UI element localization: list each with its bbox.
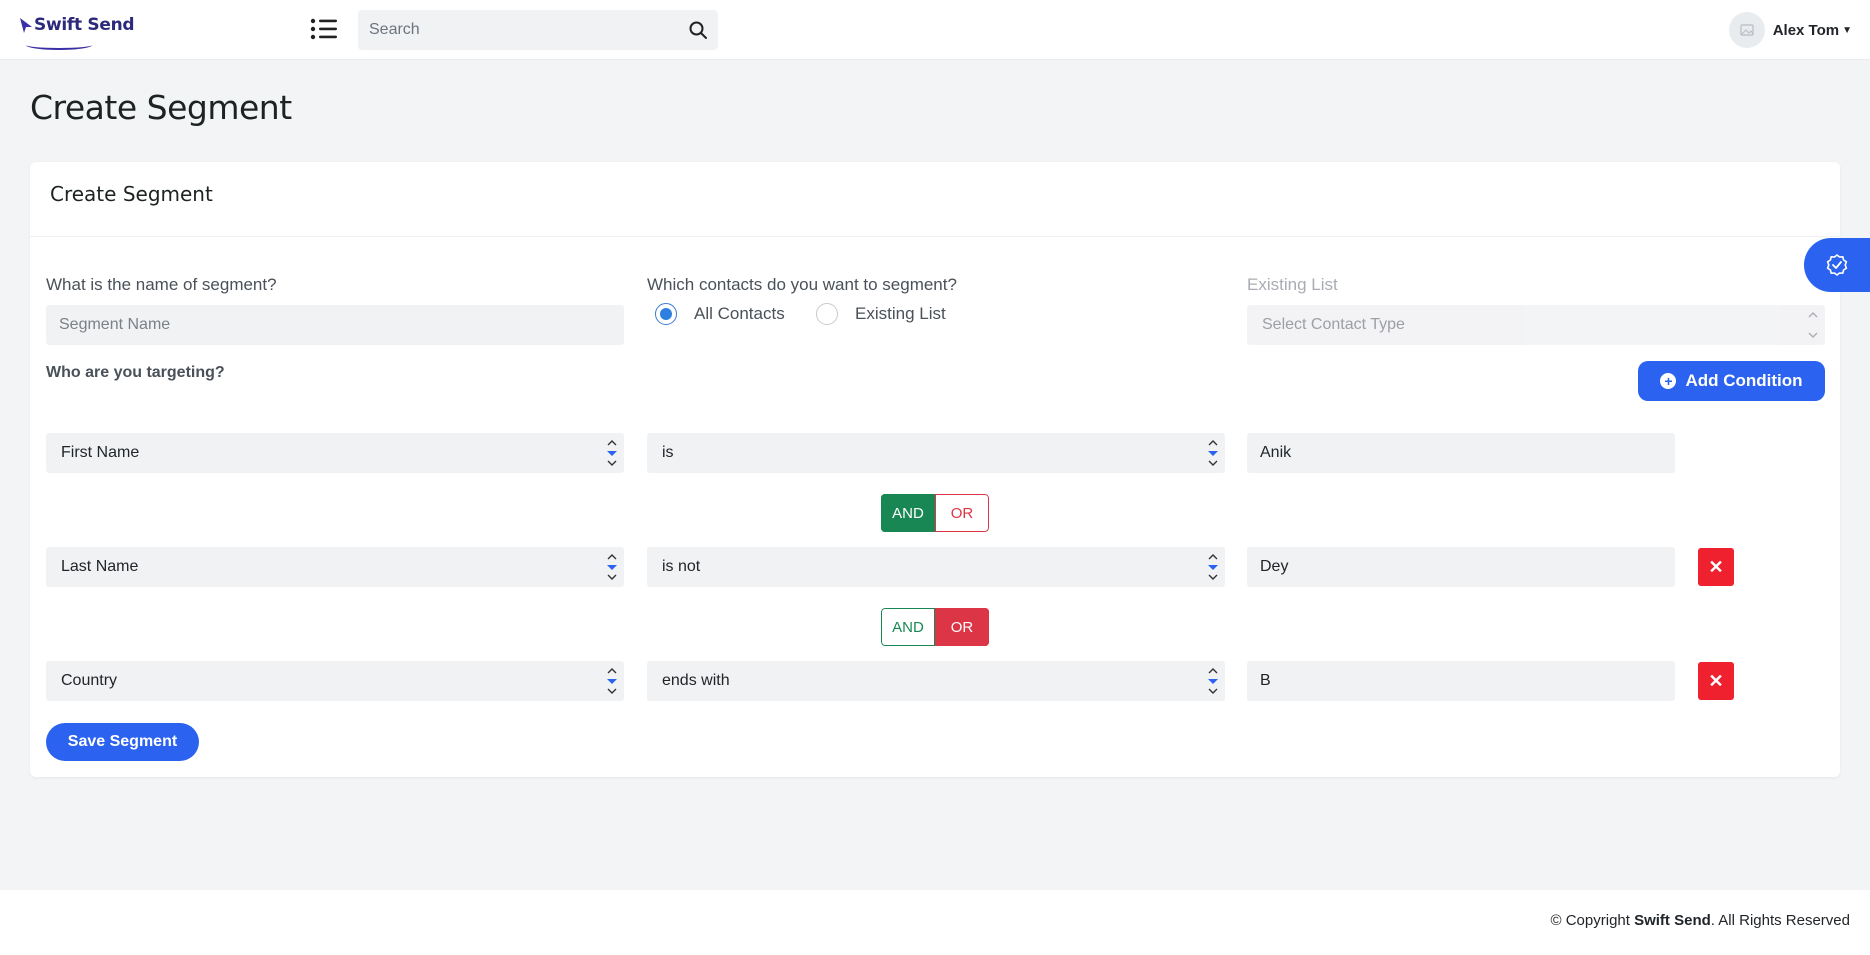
copyright-suffix: . All Rights Reserved <box>1710 912 1850 929</box>
create-segment-card: Create Segment What is the name of segme… <box>30 162 1840 777</box>
targeting-label: Who are you targeting? <box>46 364 225 381</box>
condition-operator-value: ends with <box>662 672 730 689</box>
segment-name-input[interactable] <box>46 305 624 345</box>
connector-or-button[interactable]: OR <box>935 608 989 646</box>
search-input[interactable] <box>358 10 718 50</box>
condition-value-field <box>1247 433 1675 473</box>
connector-toggle: AND OR <box>881 608 989 646</box>
condition-field-value: Country <box>61 672 118 689</box>
condition-field-select[interactable]: Country <box>46 661 624 701</box>
condition-value-field <box>1247 547 1675 587</box>
select-arrows-icon <box>607 554 617 580</box>
delete-condition-button[interactable]: ✕ <box>1698 662 1734 700</box>
segment-name-field <box>46 305 624 345</box>
avatar <box>1728 12 1765 48</box>
condition-field-select[interactable]: Last Name <box>46 547 624 587</box>
user-name: Alex Tom <box>1772 21 1840 39</box>
condition-field-select[interactable]: First Name <box>46 433 624 473</box>
connector-toggle: AND OR <box>881 494 989 532</box>
radio-existing-list[interactable]: Existing List <box>816 303 946 325</box>
card-title: Create Segment <box>50 182 213 206</box>
copyright-prefix: © Copyright <box>1550 912 1630 929</box>
radio-all-contacts[interactable]: All Contacts <box>655 303 785 325</box>
condition-value-input[interactable] <box>1247 547 1675 587</box>
card-header: Create Segment <box>30 162 1840 237</box>
contact-type-placeholder: Select Contact Type <box>1262 316 1405 333</box>
condition-field-value: Last Name <box>61 558 139 575</box>
copyright-text: © Copyright Swift Send. All Rights Reser… <box>1551 912 1851 929</box>
add-condition-label: Add Condition <box>1685 371 1803 390</box>
condition-operator-value: is <box>662 444 674 461</box>
radio-existing-list-control[interactable] <box>816 303 838 325</box>
radio-all-contacts-label: All Contacts <box>694 304 785 323</box>
condition-field-value: First Name <box>61 444 140 461</box>
logo-swoosh <box>26 40 92 50</box>
avatar-image-icon <box>1740 24 1754 36</box>
radio-existing-list-label: Existing List <box>855 304 946 323</box>
user-menu[interactable]: Alex Tom ▼ <box>1728 12 1852 48</box>
top-navbar: Swift Send Alex Tom ▼ <box>0 0 1870 60</box>
condition-operator-select[interactable]: ends with <box>647 661 1225 701</box>
save-segment-button[interactable]: Save Segment <box>46 723 199 761</box>
condition-value-field <box>1247 661 1675 701</box>
contacts-label: Which contacts do you want to segment? <box>647 275 957 294</box>
menu-list-icon[interactable] <box>310 17 338 41</box>
copyright-brand: Swift Send <box>1634 912 1711 929</box>
condition-operator-value: is not <box>662 558 701 575</box>
add-condition-button[interactable]: + Add Condition <box>1638 361 1825 401</box>
select-arrows-icon <box>607 668 617 694</box>
select-arrows-icon <box>1208 668 1218 694</box>
footer: © Copyright Swift Send. All Rights Reser… <box>0 890 1870 955</box>
badge-check-icon <box>1826 254 1848 276</box>
select-arrows-icon <box>607 440 617 466</box>
floating-check-button[interactable] <box>1804 238 1870 292</box>
condition-value-input[interactable] <box>1247 661 1675 701</box>
condition-value-input[interactable] <box>1247 433 1675 473</box>
contact-type-select[interactable]: Select Contact Type <box>1247 305 1825 345</box>
condition-operator-select[interactable]: is <box>647 433 1225 473</box>
close-icon: ✕ <box>1708 670 1724 691</box>
close-icon: ✕ <box>1708 556 1724 577</box>
select-arrows-icon <box>1208 554 1218 580</box>
plus-circle-icon: + <box>1660 373 1677 389</box>
connector-and-button[interactable]: AND <box>881 608 935 646</box>
select-arrows-icon <box>1808 312 1818 338</box>
radio-all-contacts-control[interactable] <box>655 303 677 325</box>
logo-arrow-icon <box>20 18 32 33</box>
caret-down-icon: ▼ <box>1842 24 1852 36</box>
search-box <box>358 10 718 50</box>
search-icon[interactable] <box>688 20 708 40</box>
logo-text: Swift Send <box>34 15 135 35</box>
delete-condition-button[interactable]: ✕ <box>1698 548 1734 586</box>
condition-operator-select[interactable]: is not <box>647 547 1225 587</box>
connector-or-button[interactable]: OR <box>935 494 989 532</box>
page-title: Create Segment <box>30 88 292 127</box>
logo[interactable]: Swift Send <box>18 14 135 50</box>
segment-name-label: What is the name of segment? <box>46 275 277 294</box>
existing-list-label: Existing List <box>1247 275 1338 294</box>
select-arrows-icon <box>1208 440 1218 466</box>
connector-and-button[interactable]: AND <box>881 494 935 532</box>
